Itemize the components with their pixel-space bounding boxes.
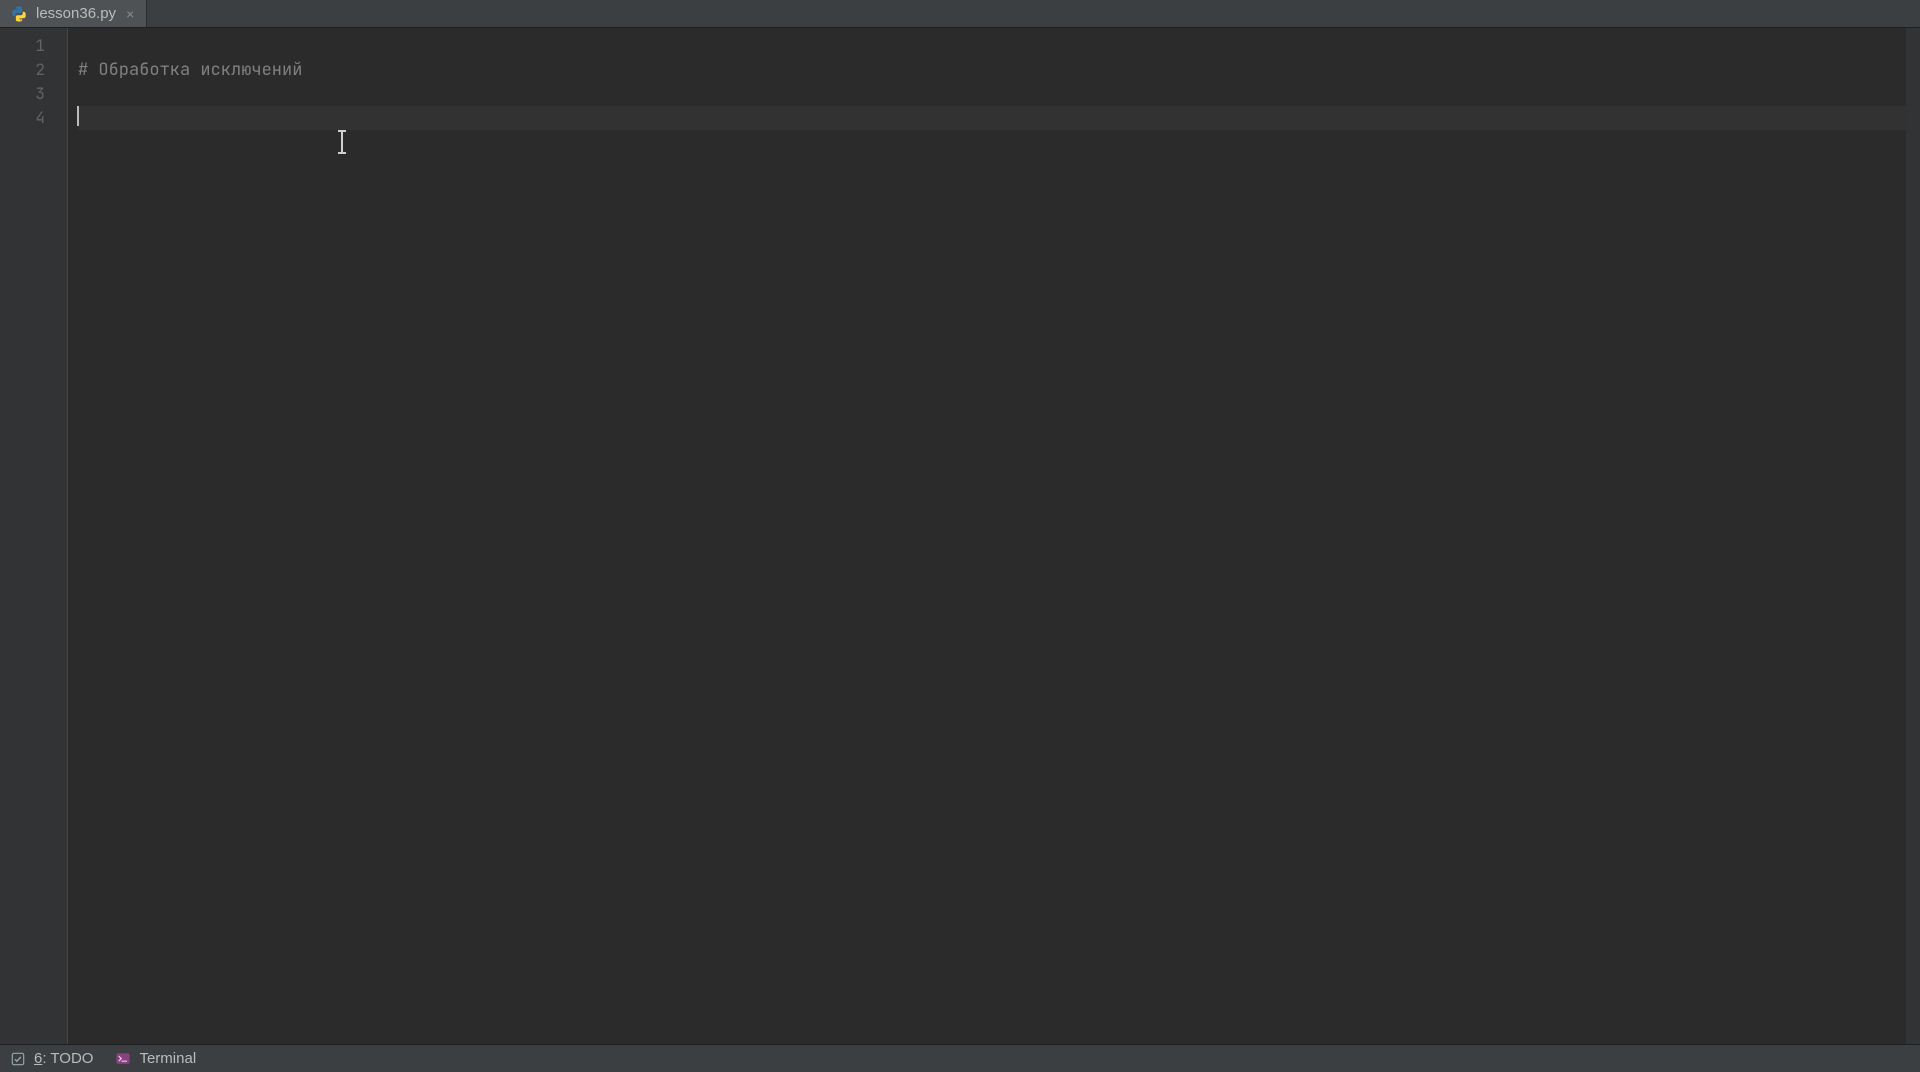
- bottom-tool-bar: 6: TODO Terminal: [0, 1044, 1920, 1072]
- line-number: 3: [0, 82, 67, 106]
- code-line[interactable]: # Обработка исключений: [78, 58, 1906, 82]
- line-number-gutter: 1 2 3 4: [0, 28, 68, 1044]
- terminal-icon: [115, 1051, 131, 1067]
- editor-marker-strip: [1906, 28, 1920, 1044]
- code-line-current[interactable]: [78, 106, 1906, 130]
- line-number: 1: [0, 34, 67, 58]
- todo-tool-button[interactable]: 6: TODO: [10, 1050, 93, 1067]
- close-tab-button[interactable]: ×: [124, 6, 136, 22]
- tab-bar: lesson36.py ×: [0, 0, 1920, 28]
- line-number: 4: [0, 106, 67, 130]
- python-file-icon: [10, 5, 28, 23]
- text-caret: [77, 106, 79, 126]
- code-editor[interactable]: 1 2 3 4 # Обработка исключений: [0, 28, 1920, 1044]
- tab-filename: lesson36.py: [36, 5, 116, 22]
- comment-token: # Обработка исключений: [78, 59, 302, 81]
- code-line[interactable]: [78, 34, 1906, 58]
- code-area[interactable]: # Обработка исключений: [68, 28, 1906, 1044]
- mouse-cursor-icon: [338, 130, 346, 154]
- line-number: 2: [0, 58, 67, 82]
- todo-label: 6: TODO: [34, 1050, 93, 1067]
- code-line[interactable]: [78, 82, 1906, 106]
- terminal-tool-button[interactable]: Terminal: [115, 1050, 196, 1067]
- todo-icon: [10, 1051, 26, 1067]
- editor-tab-lesson36[interactable]: lesson36.py ×: [0, 0, 147, 27]
- terminal-label: Terminal: [139, 1050, 196, 1067]
